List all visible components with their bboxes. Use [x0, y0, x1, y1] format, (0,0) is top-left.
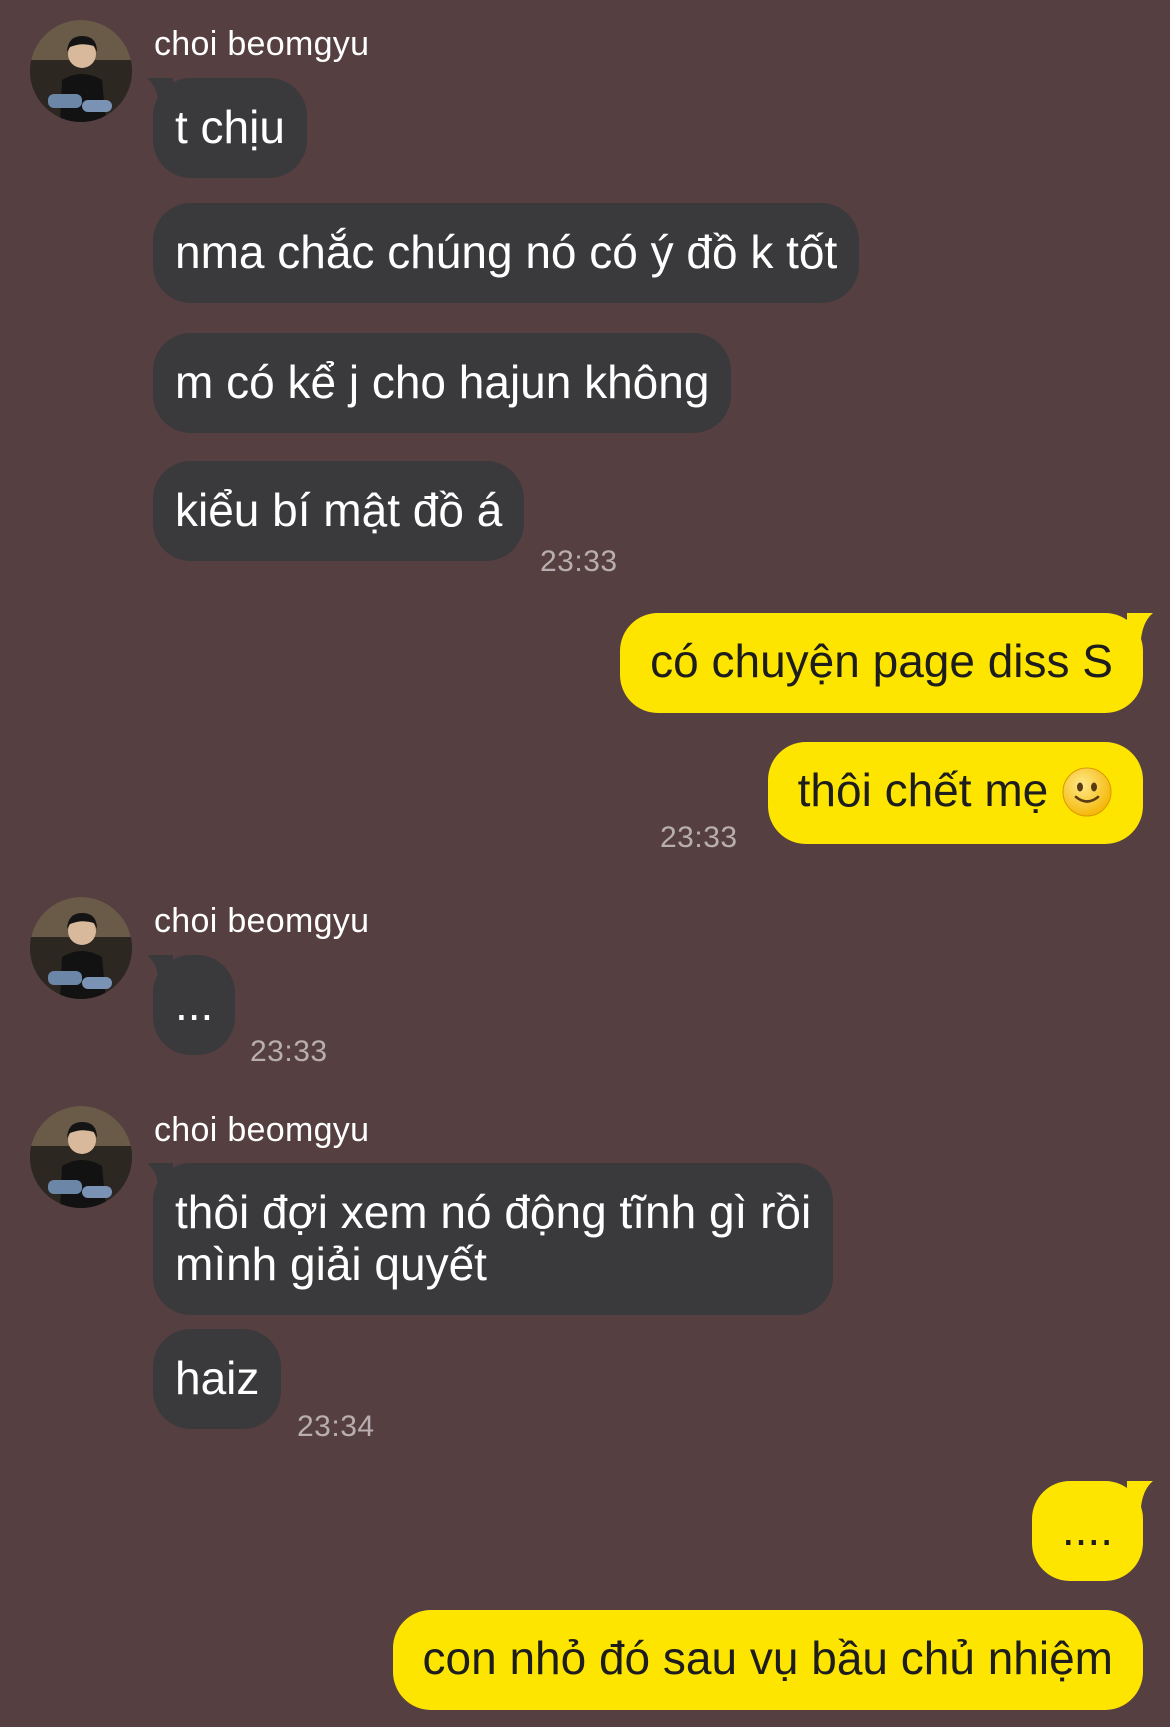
message-text: haiz — [175, 1352, 260, 1404]
chat-thread[interactable]: choi beomgyu t chịu nma chắc chúng nó có… — [0, 0, 1170, 1727]
message-bubble[interactable]: con nhỏ đó sau vụ bầu chủ nhiệm — [392, 1610, 1143, 1710]
message-bubble[interactable]: nma chắc chúng nó có ý đồ k tốt — [153, 203, 860, 303]
message-timestamp: 23:33 — [250, 1035, 328, 1068]
message-timestamp: 23:33 — [660, 821, 738, 854]
message-timestamp: 23:33 — [540, 545, 618, 578]
message-bubble[interactable]: haiz — [153, 1329, 282, 1429]
message-bubble[interactable]: kiểu bí mật đồ á — [153, 461, 525, 561]
avatar[interactable] — [30, 897, 132, 999]
message-bubble[interactable]: t chịu — [147, 78, 307, 178]
message-text: t chịu — [175, 101, 285, 153]
message-bubble[interactable]: .... — [1031, 1481, 1153, 1581]
bubble-tail — [147, 78, 173, 104]
message-bubble[interactable]: thôi chết mẹ — [767, 742, 1143, 844]
message-text: con nhỏ đó sau vụ bầu chủ nhiệm — [422, 1632, 1114, 1684]
message-text: ... — [175, 978, 214, 1030]
message-bubble[interactable]: có chuyện page diss S — [620, 613, 1153, 713]
message-text: thôi đợi xem nó động tĩnh gì rồi — [175, 1186, 812, 1238]
bubble-tail — [1127, 1481, 1153, 1507]
message-text: có chuyện page diss S — [650, 635, 1113, 687]
message-text: thôi chết mẹ — [797, 764, 1049, 816]
message-text: nma chắc chúng nó có ý đồ k tốt — [175, 226, 838, 278]
message-bubble[interactable]: m có kể j cho hajun không — [153, 333, 732, 433]
message-timestamp: 23:34 — [297, 1410, 375, 1443]
sender-name: choi beomgyu — [154, 902, 370, 940]
bubble-tail — [147, 955, 173, 981]
sender-name: choi beomgyu — [154, 1111, 370, 1149]
sender-name: choi beomgyu — [154, 25, 370, 63]
message-bubble[interactable]: thôi đợi xem nó động tĩnh gì rồi mình gi… — [147, 1163, 834, 1315]
bubble-tail — [147, 1163, 173, 1189]
message-text: m có kể j cho hajun không — [175, 356, 710, 408]
message-bubble[interactable]: ... — [147, 955, 236, 1055]
bubble-tail — [1127, 613, 1153, 639]
message-text: mình giải quyết — [175, 1238, 487, 1290]
message-text: kiểu bí mật đồ á — [175, 484, 503, 536]
message-text: .... — [1061, 1503, 1113, 1555]
avatar[interactable] — [30, 1106, 132, 1208]
slightly-smiling-face-icon — [1062, 767, 1112, 817]
avatar[interactable] — [30, 20, 132, 122]
